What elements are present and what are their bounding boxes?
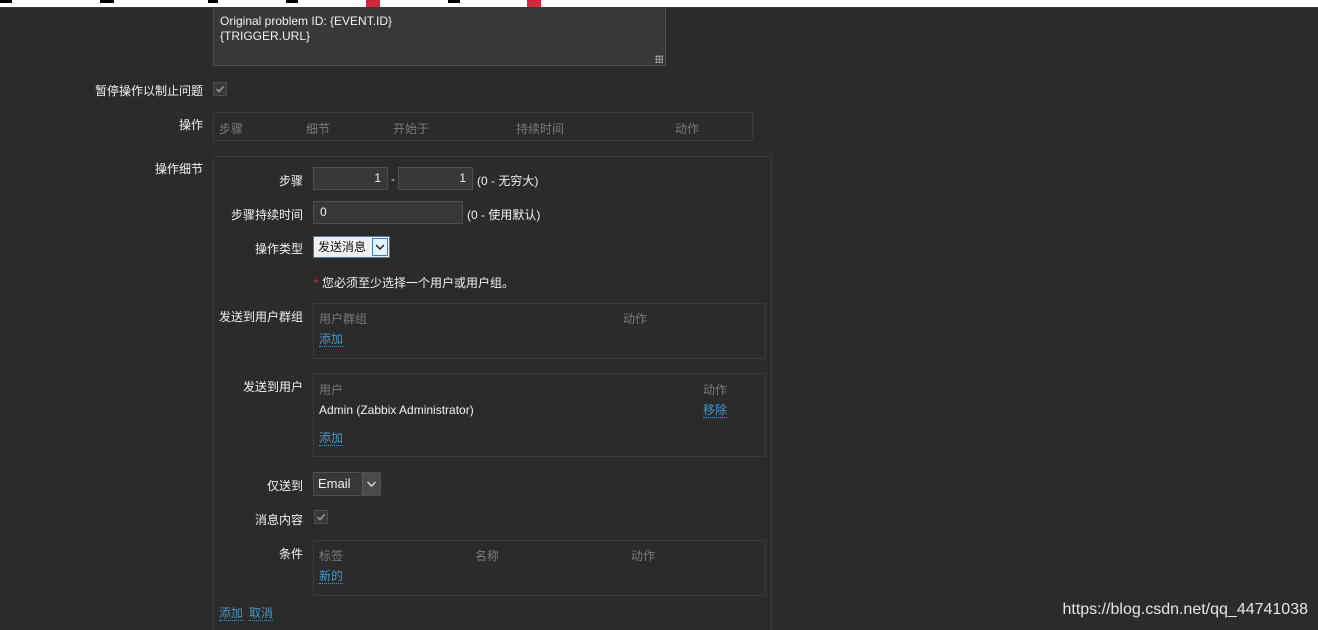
required-note: * 您必须至少选择一个用户或用户组。 xyxy=(314,274,514,291)
checkmark-icon xyxy=(316,513,326,521)
send-only-to-label: 仅送到 xyxy=(266,479,303,493)
strip-mark xyxy=(0,0,12,3)
default-message-label: 消息内容 xyxy=(254,513,303,527)
watermark-url: https://blog.csdn.net/qq_44741038 xyxy=(1062,601,1308,618)
column-header-action: 动作 xyxy=(623,312,648,326)
operation-type-value: 发送消息 xyxy=(318,240,367,254)
operation-details-label: 操作细节 xyxy=(154,162,203,176)
step-duration-input[interactable]: 0 xyxy=(313,201,463,224)
chevron-down-icon xyxy=(372,238,388,256)
resize-handle-icon[interactable] xyxy=(655,55,663,63)
strip-mark xyxy=(100,0,114,3)
operation-type-label: 操作类型 xyxy=(254,242,303,256)
required-asterisk: * xyxy=(314,276,319,290)
column-header-user: 用户 xyxy=(319,383,344,397)
column-header-step: 步骤 xyxy=(219,122,244,136)
pause-operations-label: 暂停操作以制止问题 xyxy=(94,84,203,98)
step-duration-label: 步骤持续时间 xyxy=(230,208,303,222)
required-note-text: 您必须至少选择一个用户或用户组。 xyxy=(322,276,515,290)
column-header-action: 动作 xyxy=(631,549,656,563)
operations-table: 步骤 细节 开始于 持续时间 动作 xyxy=(213,112,753,141)
default-message-checkbox[interactable] xyxy=(314,510,328,524)
column-header-duration: 持续时间 xyxy=(516,122,565,136)
steps-label: 步骤 xyxy=(278,174,303,188)
conditions-table: 标签 名称 动作 新的 xyxy=(313,540,766,596)
step-separator: - xyxy=(391,172,395,186)
users-label: 发送到用户 xyxy=(242,380,303,394)
top-cropped-strip xyxy=(0,0,1318,7)
steps-hint: (0 - 无穷大) xyxy=(477,174,539,188)
send-only-to-value: Email xyxy=(318,476,351,491)
send-only-to-select[interactable]: Email xyxy=(313,472,381,496)
add-operation-link[interactable]: 添加 xyxy=(219,606,244,621)
column-header-action: 动作 xyxy=(675,122,700,136)
message-textarea[interactable]: Original problem ID: {EVENT.ID} {TRIGGER… xyxy=(213,8,666,66)
strip-mark-red xyxy=(366,0,380,7)
cancel-operation-link[interactable]: 取消 xyxy=(249,606,274,621)
user-name-cell: Admin (Zabbix Administrator) xyxy=(319,403,474,417)
strip-mark xyxy=(208,0,218,3)
user-groups-table: 用户群组 动作 添加 xyxy=(313,303,766,359)
column-header-start-in: 开始于 xyxy=(393,122,430,136)
strip-mark xyxy=(286,0,298,3)
add-user-group-link[interactable]: 添加 xyxy=(319,332,344,347)
strip-mark-red xyxy=(527,0,541,7)
operations-label: 操作 xyxy=(178,118,203,132)
pause-operations-checkbox[interactable] xyxy=(213,82,227,96)
user-groups-label: 发送到用户群组 xyxy=(218,310,303,324)
add-user-link[interactable]: 添加 xyxy=(319,431,344,446)
strip-mark xyxy=(448,0,460,3)
conditions-label: 条件 xyxy=(278,547,303,561)
step-from-input[interactable]: 1 xyxy=(313,167,388,190)
textarea-line: {TRIGGER.URL} xyxy=(220,29,311,43)
remove-user-link[interactable]: 移除 xyxy=(703,403,728,418)
column-header-name: 名称 xyxy=(475,549,500,563)
column-header-label: 标签 xyxy=(319,549,344,563)
step-to-input[interactable]: 1 xyxy=(398,167,473,190)
step-duration-hint: (0 - 使用默认) xyxy=(467,208,541,222)
checkmark-icon xyxy=(215,85,225,93)
users-table: 用户 动作 Admin (Zabbix Administrator) 移除 添加 xyxy=(313,373,766,457)
textarea-line: Original problem ID: {EVENT.ID} xyxy=(220,14,393,28)
operation-type-select[interactable]: 发送消息 xyxy=(313,236,390,258)
column-header-user-groups: 用户群组 xyxy=(319,312,368,326)
column-header-details: 细节 xyxy=(306,122,331,136)
new-condition-link[interactable]: 新的 xyxy=(319,569,344,584)
column-header-action: 动作 xyxy=(703,383,728,397)
chevron-down-icon xyxy=(362,473,380,495)
